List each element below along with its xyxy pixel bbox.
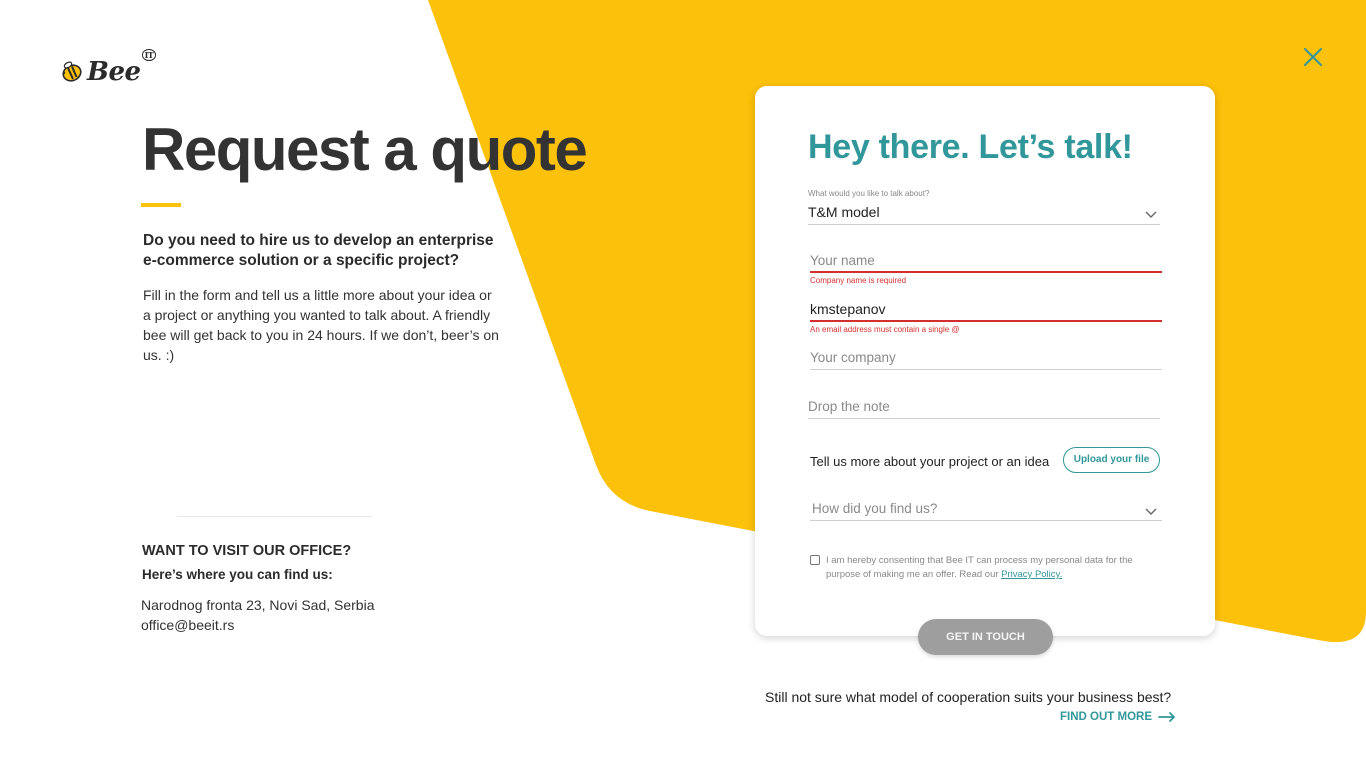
office-divider (177, 516, 372, 517)
intro-text: Fill in the form and tell us a little mo… (143, 287, 499, 363)
contact-form-card: Hey there. Let’s talk! What would you li… (755, 86, 1215, 636)
note-placeholder: Drop the note (808, 399, 890, 414)
form-title: Hey there. Let’s talk! (808, 128, 1133, 166)
upload-label: Tell us more about your project or an id… (810, 454, 1050, 469)
topic-value: T&M model (808, 204, 880, 220)
privacy-policy-link[interactable]: Privacy Policy. (1001, 569, 1062, 580)
close-icon (1304, 48, 1322, 66)
topic-underline (808, 224, 1160, 225)
source-underline (810, 520, 1162, 521)
logo-superscript: IT (141, 49, 157, 61)
source-placeholder: How did you find us? (812, 501, 938, 516)
email-error: An email address must contain a single @ (810, 325, 960, 334)
find-out-more-link[interactable]: FIND OUT MORE (1060, 711, 1176, 723)
topic-label: What would you like to talk about? (808, 189, 930, 198)
find-out-more-label: FIND OUT MORE (1060, 711, 1152, 723)
get-in-touch-button[interactable]: GET IN TOUCH (918, 619, 1053, 655)
arrow-right-icon (1158, 712, 1175, 722)
note-underline (808, 418, 1160, 419)
consent-text-body: I am hereby consenting that Bee IT can p… (826, 555, 1133, 580)
office-heading: WANT TO VISIT OUR OFFICE? (142, 543, 352, 559)
company-underline (810, 369, 1162, 370)
consent-checkbox[interactable] (810, 555, 820, 565)
intro-heading: Do you need to hire us to develop an ent… (143, 232, 494, 269)
name-underline-error (810, 271, 1162, 273)
upload-file-button[interactable]: Upload your file (1063, 447, 1160, 473)
chevron-down-icon (1145, 508, 1157, 515)
name-error: Company name is required (810, 276, 907, 285)
bee-icon (62, 61, 82, 82)
company-placeholder: Your company (810, 350, 896, 365)
page-title: Request a quote (142, 116, 588, 183)
office-address: Narodnog fronta 23, Novi Sad, Serbia (141, 597, 375, 613)
office-email: office@beeit.rs (141, 617, 235, 633)
cooperation-question: Still not sure what model of cooperation… (765, 689, 1172, 705)
name-placeholder: Your name (810, 253, 875, 268)
consent-text: I am hereby consenting that Bee IT can p… (826, 554, 1166, 582)
close-button[interactable] (1300, 44, 1326, 70)
email-underline-error (810, 320, 1162, 322)
office-subheading: Here’s where you can find us: (142, 567, 333, 582)
chevron-down-icon (1145, 211, 1157, 218)
bee-it-logo[interactable]: BeeIT (60, 49, 157, 87)
email-value: kmstepanov (810, 301, 886, 317)
logo-wordmark: BeeIT (87, 49, 157, 87)
title-underline-accent (141, 203, 181, 207)
